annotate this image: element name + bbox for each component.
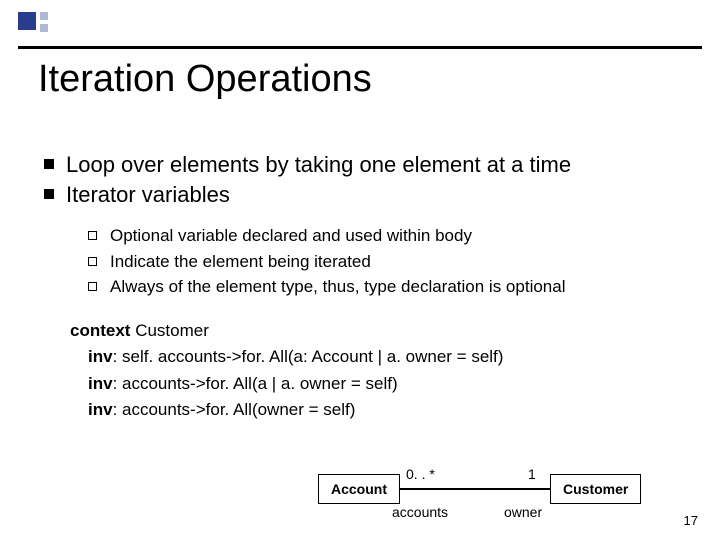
slide-body: Loop over elements by taking one element… [40, 150, 690, 423]
bullet-item: Loop over elements by taking one element… [40, 150, 690, 180]
uml-association-line [400, 488, 550, 490]
keyword-inv: inv [88, 400, 113, 419]
uml-role-left: accounts [392, 504, 448, 520]
bullet-subitem: Optional variable declared and used with… [88, 223, 690, 249]
context-name: Customer [130, 321, 208, 340]
bullet-subitem: Always of the element type, thus, type d… [88, 274, 690, 300]
deco-square-column [40, 12, 48, 32]
code-line: inv: accounts->for. All(owner = self) [70, 397, 690, 423]
code-line: inv: accounts->for. All(a | a. owner = s… [70, 371, 690, 397]
uml-multiplicity-left: 0. . * [406, 466, 435, 482]
code-line: context Customer [70, 318, 690, 344]
ocl-code-block: context Customer inv: self. accounts->fo… [70, 318, 690, 423]
inv-body: : self. accounts->for. All(a: Account | … [113, 347, 504, 366]
inv-body: : accounts->for. All(owner = self) [113, 400, 356, 419]
slide-title: Iteration Operations [38, 58, 372, 101]
keyword-inv: inv [88, 347, 113, 366]
uml-class-customer: Customer [550, 474, 641, 504]
keyword-inv: inv [88, 374, 113, 393]
bullet-item: Iterator variables [40, 180, 690, 210]
bullet-subitem: Indicate the element being iterated [88, 249, 690, 275]
inv-body: : accounts->for. All(a | a. owner = self… [113, 374, 398, 393]
bullet-list-level2: Optional variable declared and used with… [88, 223, 690, 300]
keyword-context: context [70, 321, 130, 340]
page-number: 17 [684, 513, 698, 528]
uml-diagram: Account Customer [318, 474, 641, 504]
deco-square-large [18, 12, 36, 30]
deco-square-small [40, 12, 48, 20]
deco-square-small [40, 24, 48, 32]
code-line: inv: self. accounts->for. All(a: Account… [70, 344, 690, 370]
bullet-list-level1: Loop over elements by taking one element… [40, 150, 690, 209]
corner-decoration [18, 12, 48, 32]
title-rule [18, 46, 702, 49]
uml-role-right: owner [504, 504, 542, 520]
uml-class-account: Account [318, 474, 400, 504]
uml-multiplicity-right: 1 [528, 466, 536, 482]
